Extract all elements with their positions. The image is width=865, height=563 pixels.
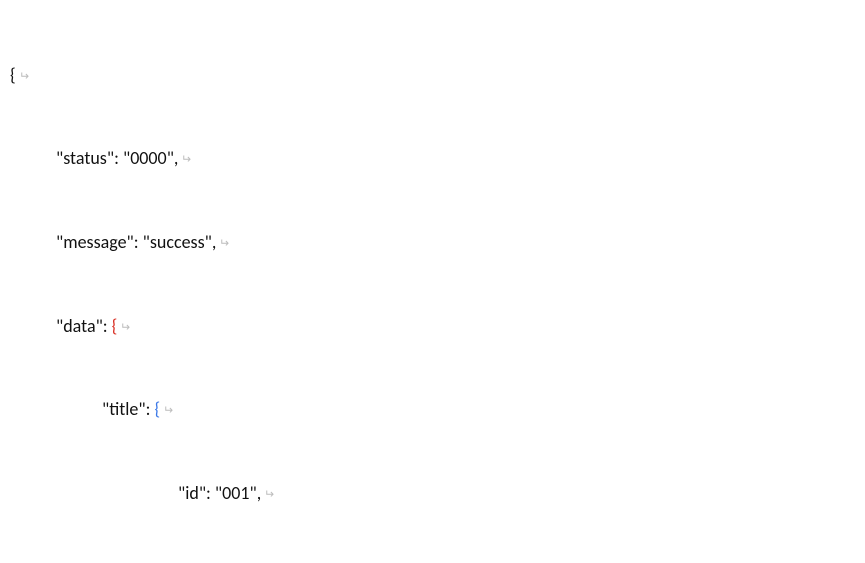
line-data-open: data: {↵	[10, 313, 855, 341]
key-title: title	[102, 398, 146, 420]
return-mark-icon: ↵	[163, 402, 173, 421]
line-title-open: title: {↵	[10, 396, 855, 424]
value-title-id: 001	[215, 482, 257, 504]
key-message: message	[56, 231, 134, 253]
return-mark-icon: ↵	[219, 235, 229, 254]
return-mark-icon: ↵	[19, 68, 29, 87]
key-data: data	[56, 315, 103, 337]
line-brace-open-root: {↵	[10, 62, 855, 90]
line-status: status: 0000,↵	[10, 145, 855, 173]
value-message: success	[143, 231, 212, 253]
key-status: status	[56, 147, 114, 169]
return-mark-icon: ↵	[120, 319, 130, 338]
return-mark-icon: ↵	[264, 486, 274, 505]
line-title-id: id: 001,↵	[10, 480, 855, 508]
key-id: id	[178, 482, 206, 504]
value-status: 0000	[123, 147, 174, 169]
return-mark-icon: ↵	[181, 151, 191, 170]
line-message: message: success,↵	[10, 229, 855, 257]
json-code-block: {↵ status: 0000,↵ message: success,↵ dat…	[0, 0, 865, 563]
